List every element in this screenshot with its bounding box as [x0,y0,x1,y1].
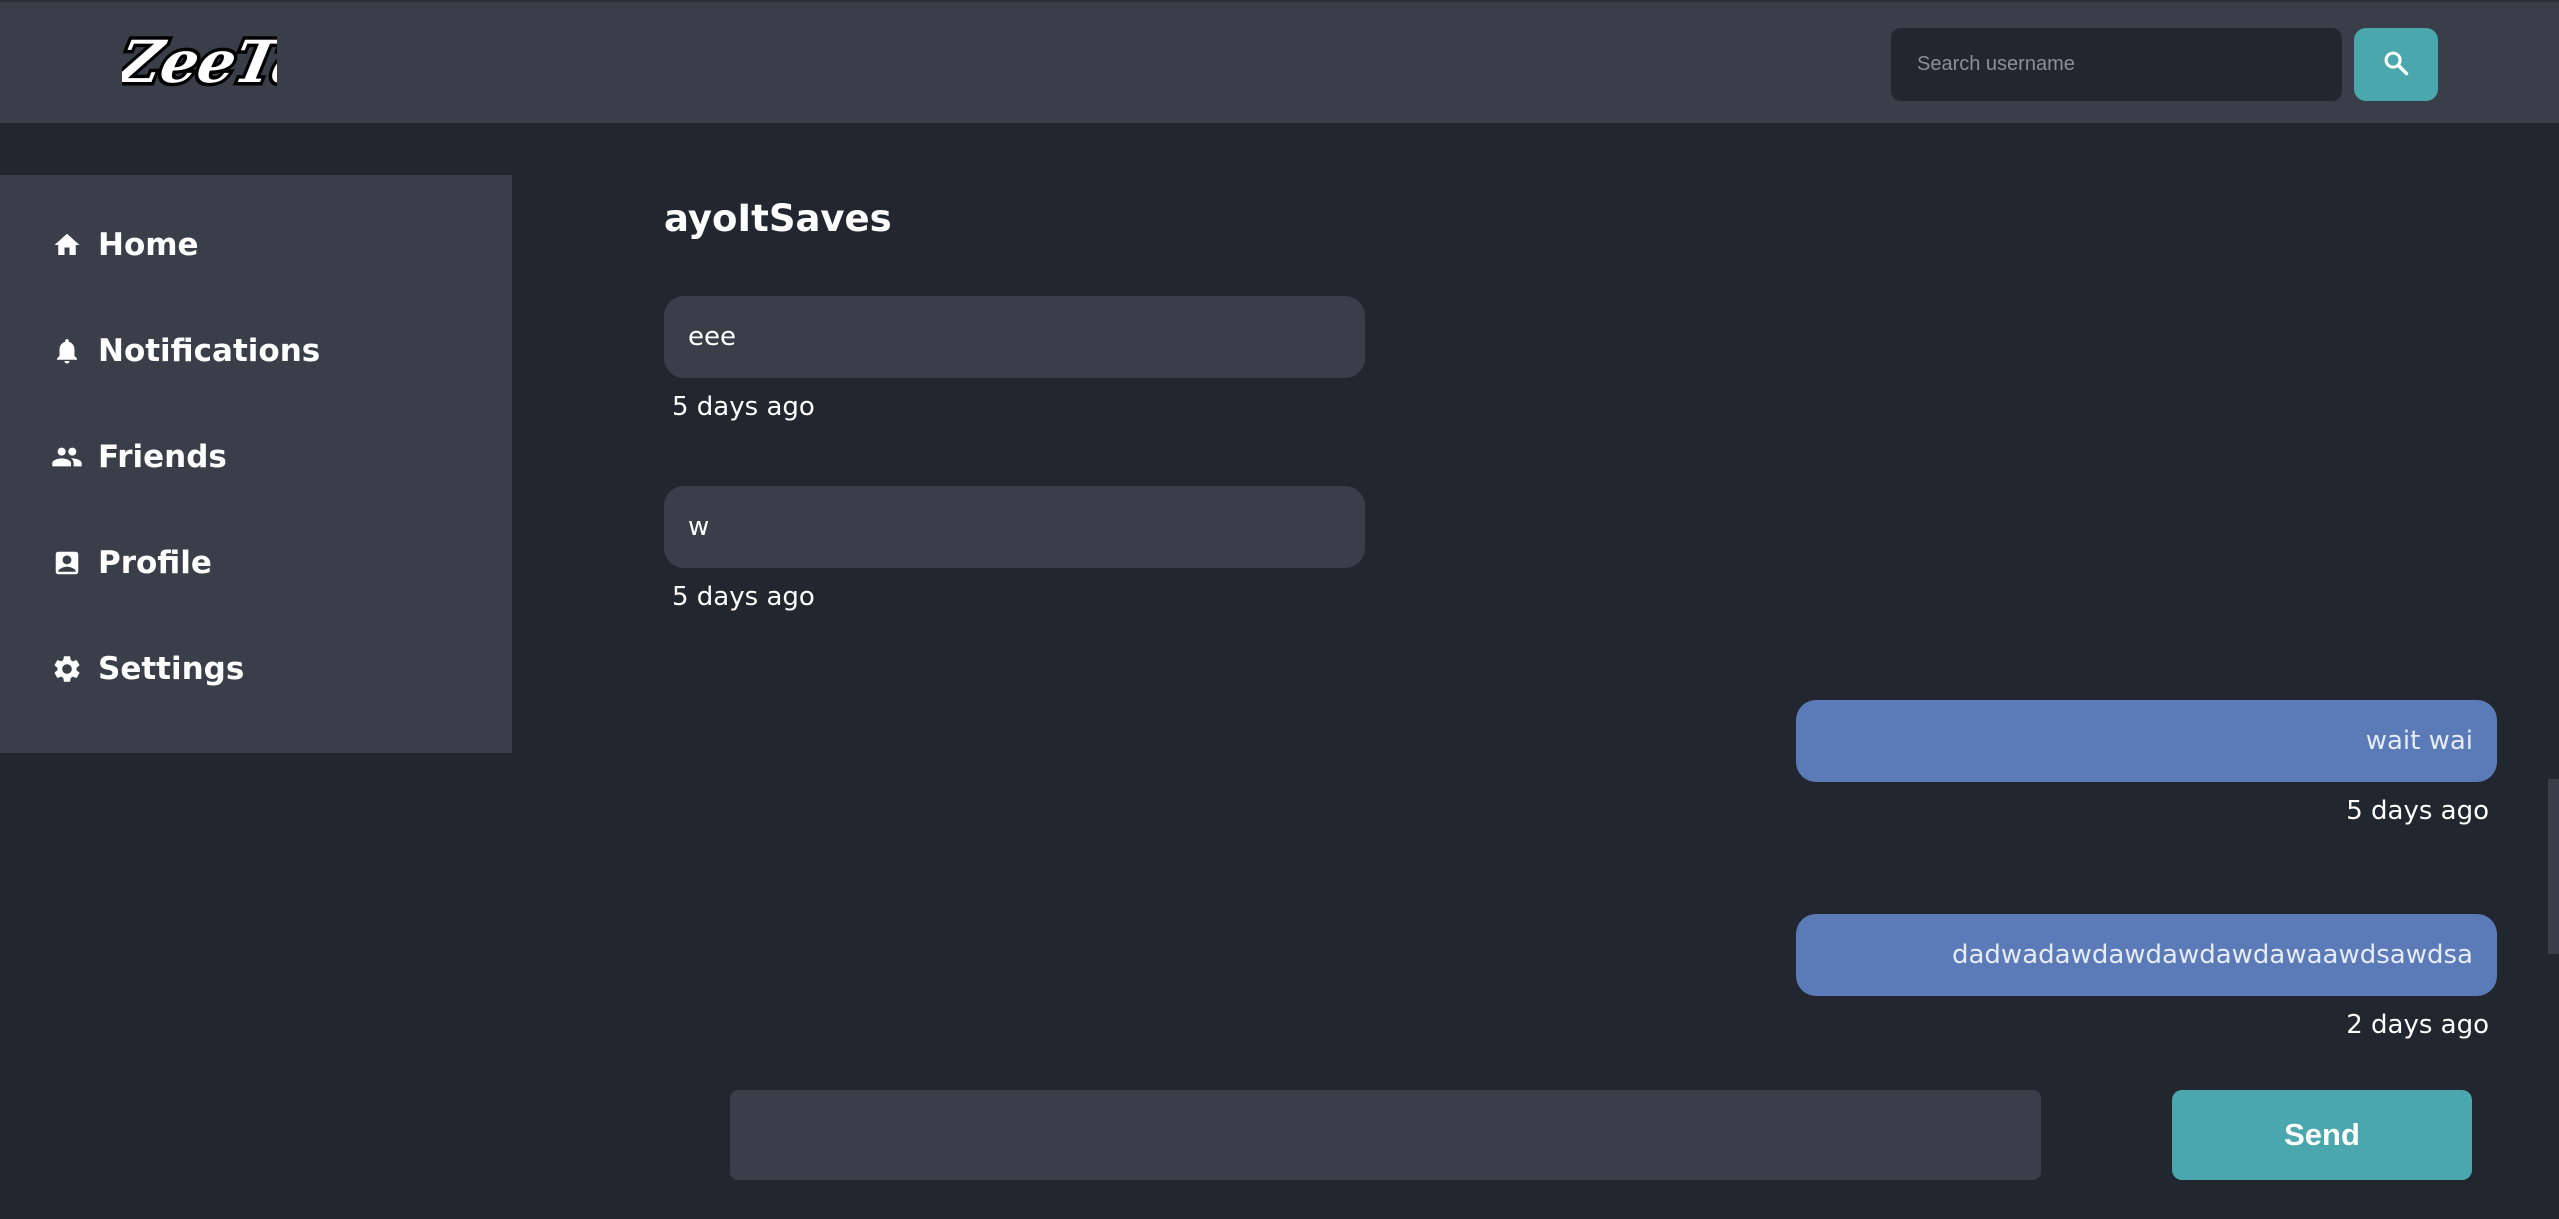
scrollbar-thumb[interactable] [2548,779,2559,954]
people-icon [50,440,84,474]
message-input[interactable] [730,1090,2041,1180]
top-bar: ZeeTaa [0,0,2559,123]
profile-card-icon [50,546,84,580]
message-text: w [688,512,710,542]
message-text: dadwadawdawdawdawdawaawdsawdsa [1951,940,2473,970]
gear-icon [50,652,84,686]
search-button[interactable] [2354,28,2438,101]
zeetaa-logo[interactable]: ZeeTaa [122,22,277,102]
sidebar-item-friends[interactable]: Friends [50,429,470,485]
sidebar-item-home[interactable]: Home [50,217,470,273]
search-icon [2382,49,2410,80]
chat-title: ayoItSaves [664,197,892,240]
message-bubble-outgoing: dadwadawdawdawdawdawaawdsawdsa [1796,914,2497,996]
svg-text:ZeeTaa: ZeeTaa [122,28,277,96]
sidebar-item-label: Friends [98,439,227,475]
message-bubble-outgoing: wait wai [1796,700,2497,782]
message-bubble-incoming: w [664,486,1365,568]
home-icon [50,228,84,262]
message-timestamp: 2 days ago [2346,1010,2489,1040]
sidebar-item-notifications[interactable]: Notifications [50,323,470,379]
sidebar-item-label: Settings [98,651,245,687]
search-username-input[interactable] [1891,28,2342,101]
sidebar-item-label: Profile [98,545,212,581]
message-timestamp: 5 days ago [672,392,815,422]
sidebar-item-label: Home [98,227,199,263]
bell-icon [50,334,84,368]
sidebar: Home Notifications Friends Profile Setti… [0,175,512,753]
message-text: eee [688,322,736,352]
message-bubble-incoming: eee [664,296,1365,378]
message-timestamp: 5 days ago [672,582,815,612]
message-timestamp: 5 days ago [2346,796,2489,826]
send-button[interactable]: Send [2172,1090,2472,1180]
sidebar-item-profile[interactable]: Profile [50,535,470,591]
sidebar-item-label: Notifications [98,333,321,369]
message-text: wait wai [2365,726,2473,756]
sidebar-item-settings[interactable]: Settings [50,641,470,697]
